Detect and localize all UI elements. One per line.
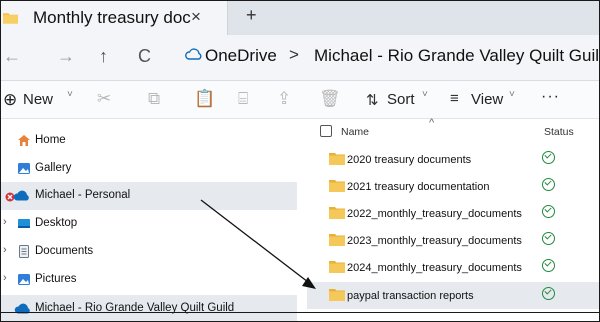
sidebar-item-label: Documents [35,245,94,257]
delete-icon[interactable]: 🗑 [319,89,341,109]
home-icon [18,135,30,146]
sync-ok-icon [542,151,555,164]
sidebar-item-pictures[interactable]: › Pictures [1,266,297,294]
onedrive-icon [14,303,30,314]
table-row[interactable]: 2020 treasury documents [307,146,599,173]
sync-ok-icon [542,287,555,300]
file-name: 2024_monthly_treasury_documents [347,262,522,274]
file-name: 2021 treasury documentation [347,181,490,193]
desktop-icon [18,219,30,228]
chevron-right-icon[interactable]: › [3,216,7,228]
chevron-down-icon[interactable]: ˅ [67,89,73,100]
view-icon[interactable]: ≡ [450,90,459,107]
folder-icon [329,261,345,273]
close-tab-icon[interactable]: × [191,7,201,27]
up-button[interactable]: ↑ [99,46,108,67]
refresh-button[interactable]: C [138,46,151,67]
sync-ok-icon [542,232,555,245]
breadcrumb-onedrive[interactable]: OneDrive [205,46,277,66]
sidebar-item-gallery[interactable]: Gallery [1,155,297,183]
plus-circle-icon[interactable]: ⊕ [3,90,17,110]
sidebar-item-label: Desktop [35,217,78,229]
chevron-down-icon[interactable]: ˅ [509,89,515,100]
table-row[interactable]: paypal transaction reports [307,282,599,309]
table-row[interactable]: 2023_monthly_treasury_documents [307,227,599,254]
sidebar-item-label: Gallery [35,162,72,174]
file-name: 2022_monthly_treasury_documents [347,208,522,220]
tab-title: Monthly treasury doc [33,8,191,27]
gallery-icon [18,163,30,174]
more-options-icon[interactable]: ··· [541,88,560,106]
cloud-icon [185,48,202,60]
chevron-right-icon[interactable]: › [3,244,7,256]
divider [1,312,599,313]
chevron-right-icon[interactable]: › [3,272,7,284]
folder-icon [329,234,345,246]
folder-icon [329,289,345,301]
table-row[interactable]: 2021 treasury documentation [307,173,599,200]
pictures-icon [18,274,30,285]
sidebar-item-michael-personal[interactable]: Michael - Personal [1,182,297,210]
chevron-down-icon[interactable]: ˅ [422,89,428,100]
sidebar-item-label: Michael - Personal [35,189,131,201]
view-button[interactable]: View [471,91,503,108]
sync-ok-icon [542,178,555,191]
sync-ok-icon [542,205,555,218]
file-name: paypal transaction reports [347,290,474,302]
copy-icon[interactable]: ⧉ [148,89,160,109]
sort-icon[interactable]: ⇅ [366,91,379,109]
forward-button[interactable]: → [57,46,75,67]
address-bar: ← → ↑ C OneDrive > Michael - Rio Grande … [1,35,599,81]
column-header-name[interactable]: Name [341,126,369,138]
file-explorer-window: Monthly treasury doc × + ← → ↑ C OneDriv… [0,0,600,322]
sort-ascending-icon: ^ [429,117,435,129]
paste-icon[interactable]: 📋 [194,89,215,109]
sidebar-item-documents[interactable]: › Documents [1,238,297,266]
tab-strip: Monthly treasury doc × + [1,1,599,35]
folder-icon [329,207,345,219]
file-name: 2020 treasury documents [347,154,472,166]
breadcrumb-current-folder[interactable]: Michael - Rio Grande Valley Quilt Guild [314,46,599,66]
table-row[interactable]: 2022_monthly_treasury_documents [307,200,599,227]
new-button[interactable]: New [23,91,53,108]
tab-monthly-treasury[interactable]: Monthly treasury doc × [1,1,228,35]
sidebar-item-label: Home [35,134,66,146]
navigation-pane: Home Gallery Michael - Personal › Deskto… [1,119,297,321]
command-bar: ⊕ New ˅ ✂ ⧉ 📋 ⌸ ⇪ 🗑 ⇅ Sort ˅ ≡ View ˅ ··… [1,81,599,119]
documents-icon [19,245,29,258]
column-header-row: ^ Name Status [307,117,599,143]
sync-ok-icon [542,259,555,272]
folder-icon [329,153,345,165]
file-name: 2023_monthly_treasury_documents [347,235,522,247]
select-all-checkbox[interactable] [320,125,332,137]
table-row[interactable]: 2024_monthly_treasury_documents [307,254,599,281]
column-header-status[interactable]: Status [544,126,574,138]
new-tab-button[interactable]: + [246,5,257,26]
folder-icon [329,180,345,192]
folder-icon [3,13,18,24]
sidebar-item-home[interactable]: Home [1,127,297,155]
breadcrumb-separator: > [289,45,299,64]
sidebar-item-label: Pictures [35,273,77,285]
sidebar-item-desktop[interactable]: › Desktop [1,210,297,238]
sidebar-item-quilt-guild[interactable]: Michael - Rio Grande Valley Quilt Guild [1,295,297,321]
cut-icon[interactable]: ✂ [97,89,111,109]
onedrive-icon [13,190,29,201]
rename-icon[interactable]: ⌸ [238,89,248,109]
sort-button[interactable]: Sort [387,91,415,108]
back-button[interactable]: ← [3,46,21,67]
share-icon[interactable]: ⇪ [277,89,291,109]
file-list: ^ Name Status 2020 treasury documents 20… [307,117,599,321]
